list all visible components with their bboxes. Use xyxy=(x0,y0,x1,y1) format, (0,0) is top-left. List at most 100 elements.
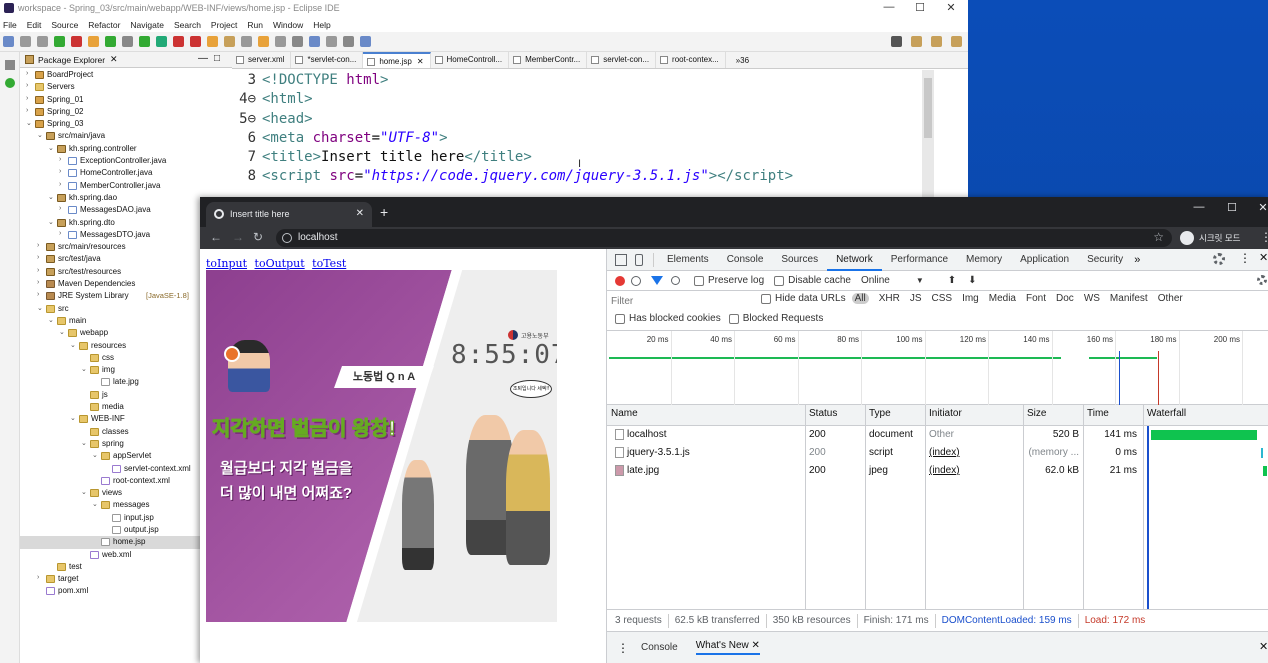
back-arrow-icon[interactable]: ← xyxy=(210,230,222,244)
editor-tab[interactable]: MemberContr... xyxy=(509,52,588,68)
column-header[interactable]: Status xyxy=(809,408,837,419)
devtools-tab-security[interactable]: Security xyxy=(1078,249,1132,271)
column-header[interactable]: Name xyxy=(611,408,638,419)
table-row[interactable]: jquery-3.5.1.js 200 script (index) (memory .… xyxy=(607,444,1268,462)
settings-gear-icon[interactable] xyxy=(1213,253,1225,265)
expanded-chevron-icon[interactable]: ⌄ xyxy=(37,304,45,312)
collapsed-chevron-icon[interactable]: › xyxy=(37,254,45,261)
inspect-element-icon[interactable] xyxy=(615,253,627,266)
toolbar-button-icon[interactable] xyxy=(207,36,218,47)
type-filter-doc[interactable]: Doc xyxy=(1056,293,1074,304)
minimize-button[interactable]: — xyxy=(874,1,904,13)
menu-window[interactable]: Window xyxy=(273,20,303,30)
toolbar-button-icon[interactable] xyxy=(139,36,150,47)
to-input-link[interactable]: toInput xyxy=(206,257,247,270)
network-overview-timeline[interactable]: 20 ms 40 ms 60 ms 80 ms 100 ms 120 ms 140 ms 16… xyxy=(607,331,1268,405)
collapsed-chevron-icon[interactable]: › xyxy=(59,230,67,237)
blocked-requests-checkbox[interactable] xyxy=(728,313,739,324)
toolbar-button-icon[interactable] xyxy=(190,36,201,47)
menu-refactor[interactable]: Refactor xyxy=(88,20,120,30)
column-header[interactable]: Waterfall xyxy=(1147,408,1186,419)
collapsed-chevron-icon[interactable]: › xyxy=(37,279,45,286)
menu-navigate[interactable]: Navigate xyxy=(130,20,164,30)
toolbar-button-icon[interactable] xyxy=(173,36,184,47)
to-output-link[interactable]: toOutput xyxy=(255,257,305,270)
close-drawer-icon[interactable]: ✕ xyxy=(1259,640,1268,653)
column-header[interactable]: Size xyxy=(1027,408,1046,419)
collapsed-chevron-icon[interactable]: › xyxy=(59,168,67,175)
expanded-chevron-icon[interactable]: ⌄ xyxy=(92,451,100,459)
minimized-view-icon[interactable] xyxy=(5,60,15,70)
drawer-whats-new-tab[interactable]: What's New ✕ xyxy=(695,640,760,655)
type-filter-css[interactable]: CSS xyxy=(932,293,953,304)
toolbar-button-icon[interactable] xyxy=(105,36,116,47)
cell-initiator[interactable]: (index) xyxy=(929,465,960,476)
close-view-icon[interactable]: ✕ xyxy=(110,54,118,65)
to-test-link[interactable]: toTest xyxy=(312,257,346,270)
expanded-chevron-icon[interactable]: ⌄ xyxy=(48,218,56,226)
devtools-tab-sources[interactable]: Sources xyxy=(772,249,827,271)
expanded-chevron-icon[interactable]: ⌄ xyxy=(37,131,45,139)
toolbar-button-icon[interactable] xyxy=(88,36,99,47)
menu-run[interactable]: Run xyxy=(247,20,263,30)
expanded-chevron-icon[interactable]: ⌄ xyxy=(26,119,34,127)
toolbar-button-icon[interactable] xyxy=(71,36,82,47)
type-filter-js[interactable]: JS xyxy=(910,293,922,304)
table-row[interactable]: late.jpg 200 jpeg (index) 62.0 kB 21 ms xyxy=(607,462,1268,480)
tree-item[interactable]: › Servers xyxy=(20,81,232,93)
collapsed-chevron-icon[interactable]: › xyxy=(59,181,67,188)
toolbar-button-icon[interactable] xyxy=(275,36,286,47)
collapsed-chevron-icon[interactable]: › xyxy=(26,82,34,89)
type-filter-img[interactable]: Img xyxy=(962,293,979,304)
filter-funnel-icon[interactable] xyxy=(651,276,663,285)
cell-initiator[interactable]: (index) xyxy=(929,447,960,458)
clear-icon[interactable] xyxy=(631,275,641,286)
menu-kebab-icon[interactable]: ⋮ xyxy=(1260,230,1268,244)
disable-cache-checkbox[interactable] xyxy=(774,275,785,286)
download-icon[interactable]: ⬇ xyxy=(968,275,976,286)
close-devtools-icon[interactable]: ✕ xyxy=(1259,251,1268,264)
menu-source[interactable]: Source xyxy=(51,20,78,30)
toolbar-button-icon[interactable] xyxy=(37,36,48,47)
editor-tab[interactable]: root-contex... xyxy=(656,52,726,68)
has-blocked-cookies-checkbox[interactable] xyxy=(615,313,625,324)
tree-item[interactable]: › MemberController.java xyxy=(20,180,232,192)
menu-search[interactable]: Search xyxy=(174,20,201,30)
forward-arrow-icon[interactable]: → xyxy=(232,230,244,244)
type-filter-ws[interactable]: WS xyxy=(1084,293,1100,304)
preserve-log-checkbox[interactable] xyxy=(694,275,704,286)
maximize-view-button[interactable]: □ xyxy=(214,53,220,64)
upload-icon[interactable]: ⬆ xyxy=(948,275,956,286)
expanded-chevron-icon[interactable]: ⌄ xyxy=(70,341,78,349)
toolbar-button-icon[interactable] xyxy=(54,36,65,47)
toolbar-button-icon[interactable] xyxy=(3,36,14,47)
close-tab-icon[interactable]: ✕ xyxy=(752,640,760,651)
filter-input[interactable] xyxy=(611,294,751,308)
editor-scrollbar[interactable] xyxy=(922,70,934,200)
type-filter-media[interactable]: Media xyxy=(989,293,1016,304)
type-filter-other[interactable]: Other xyxy=(1158,293,1183,304)
menu-edit[interactable]: Edit xyxy=(27,20,42,30)
toolbar-button-icon[interactable] xyxy=(292,36,303,47)
code-editor[interactable]: 3 <!DOCTYPE html> 4⊖ <html> 5⊖ <head> 6 <meta c… xyxy=(232,71,932,187)
close-tab-icon[interactable]: ✕ xyxy=(417,57,424,66)
tree-item[interactable]: ⌄ Spring_03 xyxy=(20,118,232,130)
search-icon[interactable] xyxy=(671,276,680,285)
table-row[interactable]: localhost 200 document Other 520 B 141 ms xyxy=(607,426,1268,444)
collapsed-chevron-icon[interactable]: › xyxy=(59,156,67,163)
browser-tab[interactable]: Insert title here ✕ xyxy=(206,202,372,227)
tree-item[interactable]: ⌄ kh.spring.controller xyxy=(20,143,232,155)
tree-item[interactable]: › HomeController.java xyxy=(20,167,232,179)
drawer-menu-icon[interactable]: ⋮ xyxy=(617,641,629,655)
editor-tab[interactable]: HomeControll... xyxy=(431,52,510,68)
more-tabs-icon[interactable]: » xyxy=(1134,254,1140,266)
collapsed-chevron-icon[interactable]: › xyxy=(26,70,34,77)
expanded-chevron-icon[interactable]: ⌄ xyxy=(48,193,56,201)
devtools-tab-network[interactable]: Network xyxy=(827,249,882,271)
collapsed-chevron-icon[interactable]: › xyxy=(59,205,67,212)
tree-item[interactable]: › ExceptionController.java xyxy=(20,155,232,167)
toolbar-button-icon[interactable] xyxy=(20,36,31,47)
expanded-chevron-icon[interactable]: ⌄ xyxy=(81,439,89,447)
editor-tab[interactable]: server.xml xyxy=(232,52,292,68)
type-filter-manifest[interactable]: Manifest xyxy=(1110,293,1148,304)
